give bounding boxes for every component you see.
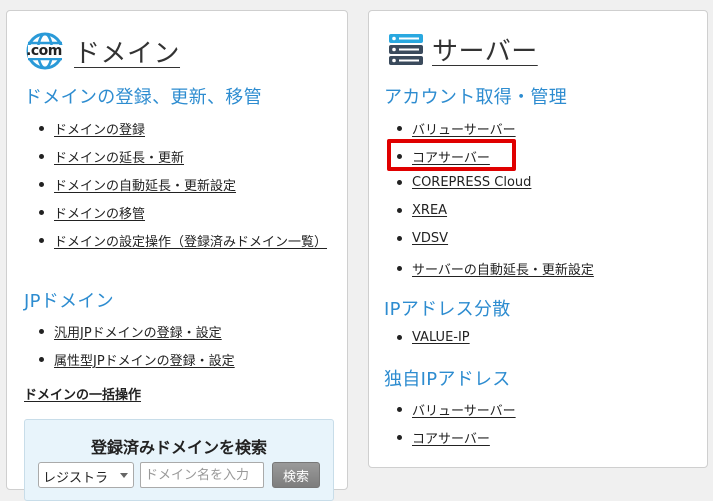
list-item: VALUE-IP (397, 330, 470, 345)
link-attribute-jp[interactable]: 属性型JPドメインの登録・設定 (54, 350, 235, 369)
search-button[interactable]: 検索 (272, 462, 320, 488)
chevron-down-icon (120, 473, 128, 478)
link-server-auto-renew[interactable]: サーバーの自動延長・更新設定 (412, 259, 594, 278)
list-item: サーバーの自動延長・更新設定 (397, 259, 594, 278)
bullet-icon (39, 238, 44, 243)
domain-search-input[interactable] (140, 462, 264, 488)
section-heading-dedicated-ip: 独自IPアドレス (384, 369, 511, 390)
domain-search-box: 登録済みドメインを検索 レジストラ 検索 (24, 419, 334, 501)
bullet-icon (397, 180, 402, 185)
bullet-icon (39, 154, 44, 159)
bullet-icon (397, 266, 402, 271)
globe-dotcom-icon: .com (24, 31, 68, 71)
link-domain-auto-renew[interactable]: ドメインの自動延長・更新設定 (54, 175, 236, 194)
link-corepress-cloud[interactable]: COREPRESS Cloud (412, 175, 531, 190)
highlight-annotation-box (387, 139, 516, 171)
server-stack-icon (388, 33, 424, 67)
bullet-icon (397, 335, 402, 340)
bullet-icon (397, 435, 402, 440)
dotcom-label: .com (26, 43, 62, 59)
bullet-icon (39, 126, 44, 131)
bullet-icon (397, 208, 402, 213)
list-item: 汎用JPドメインの登録・設定 (39, 322, 222, 341)
link-bulk-operations[interactable]: ドメインの一括操作 (24, 384, 141, 403)
registrar-select-value: レジストラ (43, 471, 109, 486)
link-domain-settings[interactable]: ドメインの設定操作（登録済みドメイン一覧） (54, 231, 327, 250)
link-general-jp[interactable]: 汎用JPドメインの登録・設定 (54, 322, 222, 341)
server-card: サーバー アカウント取得・管理 バリューサーバー コアサーバー COREPRES… (368, 10, 708, 468)
domain-card-title[interactable]: ドメイン (74, 33, 180, 70)
link-domain-register[interactable]: ドメインの登録 (54, 119, 145, 138)
section-heading-account: アカウント取得・管理 (384, 87, 567, 108)
list-item: ドメインの移管 (39, 203, 145, 222)
link-value-ip[interactable]: VALUE-IP (412, 330, 470, 345)
section-heading-ip-distribution: IPアドレス分散 (384, 299, 511, 320)
link-domain-transfer[interactable]: ドメインの移管 (54, 203, 145, 222)
domain-card: .com ドメイン ドメインの登録、更新、移管 ドメインの登録 ドメインの延長・… (6, 10, 348, 501)
link-dedicated-value-server[interactable]: バリューサーバー (412, 400, 516, 419)
bullet-icon (39, 182, 44, 187)
registrar-select[interactable]: レジストラ (38, 462, 134, 488)
list-item: バリューサーバー (397, 400, 516, 419)
list-item: コアサーバー (397, 428, 490, 447)
bullet-icon (39, 357, 44, 362)
bullet-icon (397, 407, 402, 412)
list-item: ドメインの設定操作（登録済みドメイン一覧） (39, 231, 327, 250)
link-value-server[interactable]: バリューサーバー (412, 119, 516, 138)
link-dedicated-core-server[interactable]: コアサーバー (412, 428, 490, 447)
link-vdsv[interactable]: VDSV (412, 231, 448, 246)
list-item: ドメインの延長・更新 (39, 147, 184, 166)
list-item: ドメインの登録 (39, 119, 145, 138)
list-item: COREPRESS Cloud (397, 175, 531, 190)
domain-card-header: .com ドメイン (24, 31, 180, 71)
section-heading-jp-domain: JPドメイン (24, 291, 114, 312)
list-item: ドメインの自動延長・更新設定 (39, 175, 236, 194)
server-card-title[interactable]: サーバー (432, 31, 538, 68)
link-domain-renew[interactable]: ドメインの延長・更新 (54, 147, 184, 166)
search-title: 登録済みドメインを検索 (90, 438, 267, 457)
bullet-icon (397, 236, 402, 241)
list-item: 属性型JPドメインの登録・設定 (39, 350, 235, 369)
server-card-header: サーバー (388, 31, 538, 68)
link-xrea[interactable]: XREA (412, 203, 447, 218)
list-item: VDSV (397, 231, 448, 246)
section-heading-domain-registration: ドメインの登録、更新、移管 (24, 87, 262, 108)
bullet-icon (397, 126, 402, 131)
bullet-icon (39, 329, 44, 334)
bullet-icon (39, 210, 44, 215)
list-item: XREA (397, 203, 447, 218)
list-item: バリューサーバー (397, 119, 516, 138)
